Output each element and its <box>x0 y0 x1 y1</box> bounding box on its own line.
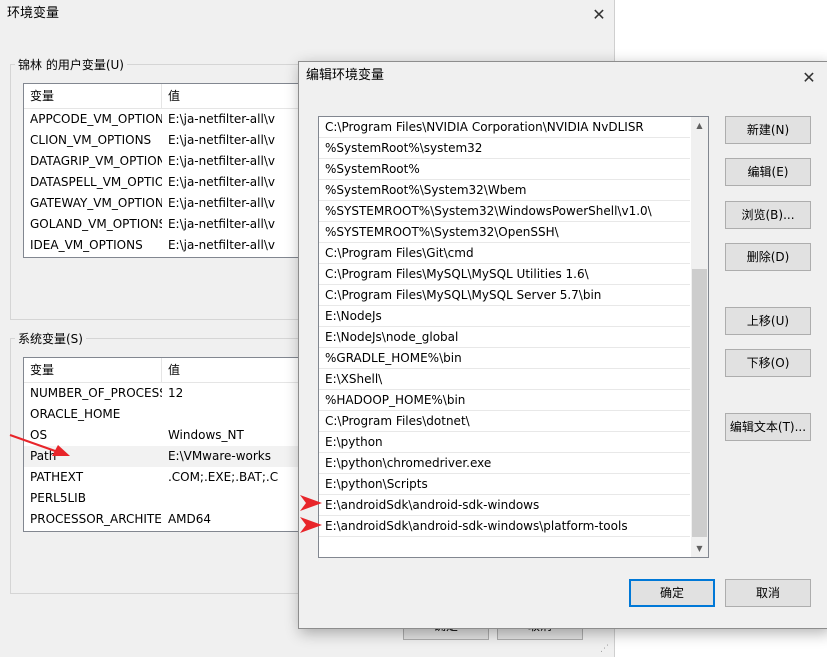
edit-environment-variable-dialog: 编辑环境变量 ✕ C:\Program Files\NVIDIA Corpora… <box>298 61 827 629</box>
scroll-down-icon[interactable]: ▼ <box>691 540 708 557</box>
list-item[interactable]: %GRADLE_HOME%\bin <box>319 348 690 369</box>
edit-text-button[interactable]: 编辑文本(T)... <box>725 413 811 441</box>
table-row[interactable]: NUMBER_OF_PROCESSORS12 <box>24 383 324 404</box>
annotation-arrow-icon <box>300 517 322 533</box>
variable-name-cell: ORACLE_HOME <box>30 407 121 421</box>
variable-name-cell: GATEWAY_VM_OPTIONS <box>30 196 162 210</box>
table-row[interactable]: IDEA_VM_OPTIONS E:\ja-netfilter-all\v <box>24 235 324 256</box>
list-item[interactable]: E:\androidSdk\android-sdk-windows <box>319 495 690 516</box>
table-row[interactable]: CLION_VM_OPTIONS E:\ja-netfilter-all\v <box>24 130 324 151</box>
browse-button[interactable]: 浏览(B)... <box>725 201 811 229</box>
vertical-scrollbar[interactable]: ▲ ▼ <box>691 117 708 557</box>
scrollbar-thumb[interactable] <box>692 269 707 537</box>
table-row[interactable]: DATASPELL_VM_OPTIONSE:\ja-netfilter-all\… <box>24 172 324 193</box>
delete-button[interactable]: 删除(D) <box>725 243 811 271</box>
system-variables-title: 系统变量(S) <box>18 332 83 346</box>
list-item[interactable]: C:\Program Files\Git\cmd <box>319 243 690 264</box>
list-item[interactable]: E:\NodeJs\node_global <box>319 327 690 348</box>
edit-button[interactable]: 编辑(E) <box>725 158 811 186</box>
move-down-button[interactable]: 下移(O) <box>725 349 811 377</box>
list-item[interactable]: E:\python\Scripts <box>319 474 690 495</box>
list-item[interactable]: C:\Program Files\dotnet\ <box>319 411 690 432</box>
list-header: 变量 值 <box>24 84 324 109</box>
table-row[interactable]: PATHEXT .COM;.EXE;.BAT;.C <box>24 467 324 488</box>
list-item[interactable]: %SYSTEMROOT%\System32\WindowsPowerShell\… <box>319 201 690 222</box>
list-item[interactable]: %SystemRoot% <box>319 159 690 180</box>
path-list[interactable]: C:\Program Files\NVIDIA Corporation\NVID… <box>318 116 709 558</box>
list-header: 变量 值 <box>24 358 324 383</box>
list-item[interactable]: %SystemRoot%\system32 <box>319 138 690 159</box>
variable-name-cell: PERL5LIB <box>30 491 86 505</box>
user-variables-title: 锦林 的用户变量(U) <box>18 58 124 72</box>
column-header-variable[interactable]: 变量 <box>24 358 162 382</box>
list-item[interactable]: C:\Program Files\MySQL\MySQL Server 5.7\… <box>319 285 690 306</box>
column-header-variable[interactable]: 变量 <box>24 84 162 108</box>
scroll-up-icon[interactable]: ▲ <box>691 117 708 134</box>
close-icon[interactable]: ✕ <box>587 3 611 27</box>
close-icon[interactable]: ✕ <box>797 66 821 90</box>
list-item[interactable]: %HADOOP_HOME%\bin <box>319 390 690 411</box>
annotation-arrow-icon <box>9 434 70 456</box>
table-row[interactable]: ORACLE_HOME <box>24 404 324 425</box>
variable-name-cell: DATASPELL_VM_OPTIONS <box>30 175 162 189</box>
list-item[interactable]: C:\Program Files\NVIDIA Corporation\NVID… <box>319 117 690 138</box>
table-row[interactable]: DATAGRIP_VM_OPTIONS E:\ja-netfilter-all\v <box>24 151 324 172</box>
list-item[interactable]: E:\NodeJs <box>319 306 690 327</box>
dialog-title: 编辑环境变量 <box>306 68 385 83</box>
table-row[interactable]: PERL5LIB <box>24 488 324 509</box>
variable-name-cell: DATAGRIP_VM_OPTIONS <box>30 154 162 168</box>
list-item[interactable]: C:\Program Files\MySQL\MySQL Utilities 1… <box>319 264 690 285</box>
dialog-title: 环境变量 <box>7 6 60 21</box>
list-item[interactable]: E:\androidSdk\android-sdk-windows\platfo… <box>319 516 690 537</box>
variable-name-cell: PATHEXT <box>30 470 84 484</box>
list-item[interactable]: E:\XShell\ <box>319 369 690 390</box>
variable-name-cell: CLION_VM_OPTIONS <box>30 133 152 147</box>
list-item[interactable]: E:\python\chromedriver.exe <box>319 453 690 474</box>
variable-name-cell: IDEA_VM_OPTIONS <box>30 238 143 252</box>
table-row[interactable]: GATEWAY_VM_OPTIONS E:\ja-netfilter-all\v <box>24 193 324 214</box>
new-button[interactable]: 新建(N) <box>725 116 811 144</box>
user-variables-list[interactable]: 变量 值 APPCODE_VM_OPTIONS E:\ja-netfilter-a… <box>23 83 325 258</box>
list-item[interactable]: %SystemRoot%\System32\Wbem <box>319 180 690 201</box>
variable-name-cell: NUMBER_OF_PROCESSORS <box>30 386 162 400</box>
table-row[interactable]: PROCESSOR_ARCHITECT...AMD64 <box>24 509 324 530</box>
list-item[interactable]: E:\python <box>319 432 690 453</box>
list-item[interactable]: %SYSTEMROOT%\System32\OpenSSH\ <box>319 222 690 243</box>
resize-grip-icon[interactable]: ⋰ <box>600 643 612 655</box>
cancel-button[interactable]: 取消 <box>725 579 811 607</box>
table-row[interactable]: GOLAND_VM_OPTIONS E:\ja-netfilter-all\v <box>24 214 324 235</box>
variable-name-cell: APPCODE_VM_OPTIONS <box>30 112 162 126</box>
variable-name-cell: PROCESSOR_ARCHITECT... <box>30 512 162 526</box>
annotation-arrow-icon <box>300 495 322 511</box>
table-row[interactable]: APPCODE_VM_OPTIONS E:\ja-netfilter-all\v <box>24 109 324 130</box>
move-up-button[interactable]: 上移(U) <box>725 307 811 335</box>
ok-button[interactable]: 确定 <box>629 579 715 607</box>
variable-name-cell: GOLAND_VM_OPTIONS <box>30 217 162 231</box>
